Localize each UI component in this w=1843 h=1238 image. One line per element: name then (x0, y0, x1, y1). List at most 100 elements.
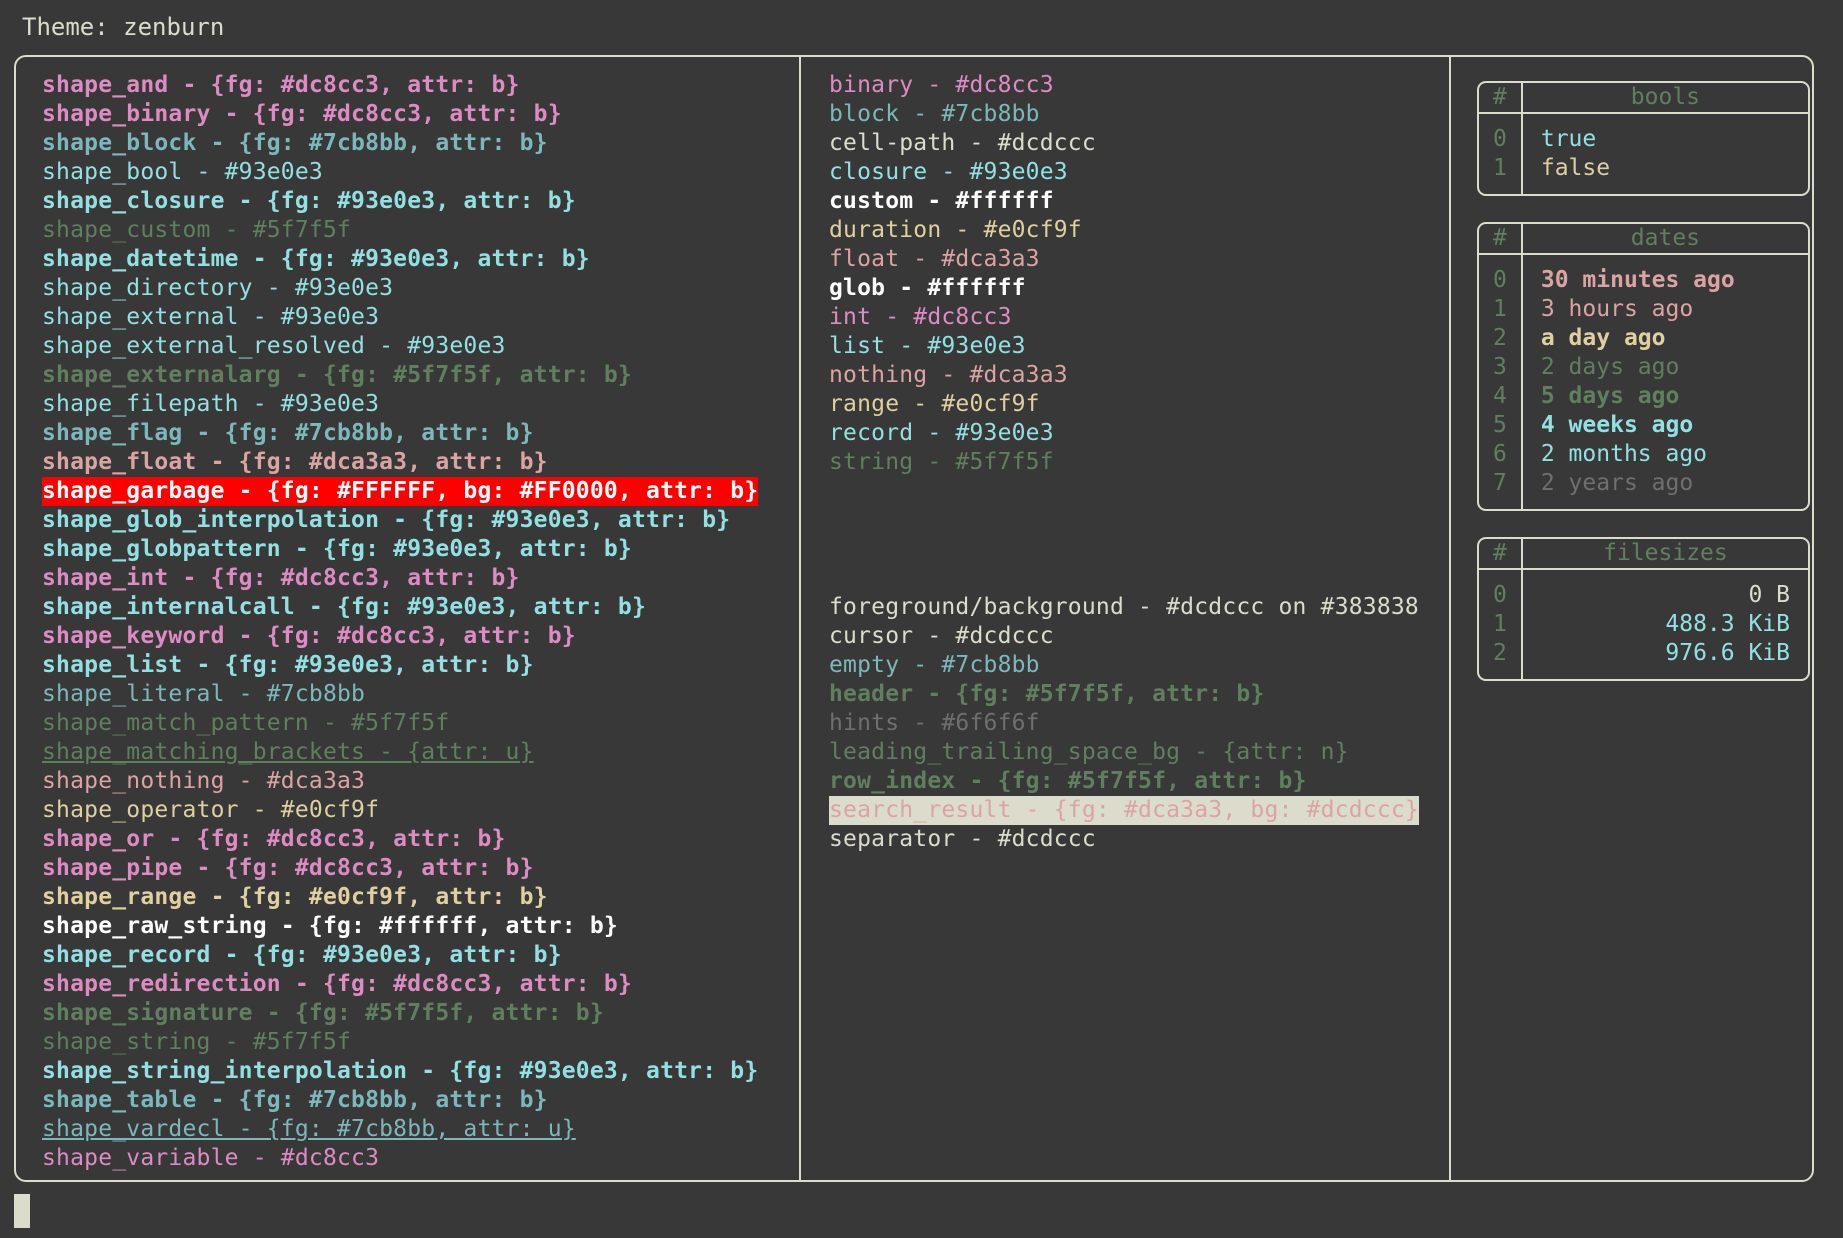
theme-entry-row: cell-path - #dcdccc (829, 129, 1449, 158)
theme-entry-row: shape_internalcall - {fg: #93e0e3, attr:… (42, 593, 799, 622)
theme-entry-row: shape_and - {fg: #dc8cc3, attr: b} (42, 71, 799, 100)
terminal-cursor (14, 1194, 30, 1228)
theme-entry: closure - #93e0e3 (829, 159, 1068, 185)
theme-entry: shape_external - #93e0e3 (42, 304, 380, 330)
theme-entry: duration - #e0cf9f (829, 217, 1082, 243)
theme-entry-row: shape_list - {fg: #93e0e3, attr: b} (42, 651, 799, 680)
theme-entry-row: shape_redirection - {fg: #dc8cc3, attr: … (42, 970, 799, 999)
theme-entry: shape_string_interpolation - {fg: #93e0e… (42, 1058, 759, 1084)
theme-entry: record - #93e0e3 (829, 420, 1054, 446)
theme-entry: custom - #ffffff (829, 188, 1054, 214)
theme-entry-row: search_result - {fg: #dca3a3, bg: #dcdcc… (829, 796, 1449, 825)
theme-entry: binary - #dc8cc3 (829, 72, 1054, 98)
theme-entry: empty - #7cb8bb (829, 652, 1040, 678)
theme-entry: shape_int - {fg: #dc8cc3, attr: b} (42, 565, 520, 591)
theme-entry: shape_pipe - {fg: #dc8cc3, attr: b} (42, 855, 534, 881)
theme-entry-row: binary - #dc8cc3 (829, 71, 1449, 100)
theme-entry: shape_binary - {fg: #dc8cc3, attr: b} (42, 101, 562, 127)
table-header-row: # dates (1479, 224, 1808, 255)
table-row: 6 2 months ago (1479, 440, 1808, 469)
theme-entry-row: shape_bool - #93e0e3 (42, 158, 799, 187)
row-index: 1 (1479, 295, 1523, 324)
row-index: 3 (1479, 353, 1523, 382)
table-row: 0 0 B (1479, 570, 1808, 610)
theme-entry-row: nothing - #dca3a3 (829, 361, 1449, 390)
theme-entry-row: shape_external_resolved - #93e0e3 (42, 332, 799, 361)
theme-entry-row: cursor - #dcdccc (829, 622, 1449, 651)
theme-entry-row: range - #e0cf9f (829, 390, 1449, 419)
theme-entry: shape_range - {fg: #e0cf9f, attr: b} (42, 884, 548, 910)
theme-entry: shape_nothing - #dca3a3 (42, 768, 366, 794)
theme-entry: shape_external_resolved - #93e0e3 (42, 333, 506, 359)
row-value: 488.3 KiB (1665, 611, 1790, 637)
theme-entry-row: shape_globpattern - {fg: #93e0e3, attr: … (42, 535, 799, 564)
theme-entry-row: closure - #93e0e3 (829, 158, 1449, 187)
theme-entry-row: shape_vardecl - {fg: #7cb8bb, attr: u} (42, 1115, 799, 1144)
column-header-index: # (1479, 83, 1523, 114)
theme-entry: nothing - #dca3a3 (829, 362, 1068, 388)
theme-entry: shape_internalcall - {fg: #93e0e3, attr:… (42, 594, 647, 620)
theme-entry-row: separator - #dcdccc (829, 825, 1449, 854)
theme-entry: shape_string - #5f7f5f (42, 1029, 352, 1055)
theme-entry: string - #5f7f5f (829, 449, 1054, 475)
table-row: 5 4 weeks ago (1479, 411, 1808, 440)
theme-entry-row: custom - #ffffff (829, 187, 1449, 216)
row-value: 5 days ago (1540, 383, 1680, 409)
theme-entry-row: shape_record - {fg: #93e0e3, attr: b} (42, 941, 799, 970)
theme-entry: header - {fg: #5f7f5f, attr: b} (829, 681, 1265, 707)
theme-entry-row: shape_pipe - {fg: #dc8cc3, attr: b} (42, 854, 799, 883)
table-row: 1 3 hours ago (1479, 295, 1808, 324)
row-value: 0 B (1748, 582, 1790, 608)
theme-entry: shape_datetime - {fg: #93e0e3, attr: b} (42, 246, 590, 272)
theme-entry: shape_bool - #93e0e3 (42, 159, 323, 185)
row-value: 2 years ago (1540, 470, 1694, 496)
theme-entry: shape_literal - #7cb8bb (42, 681, 366, 707)
theme-entry: shape_record - {fg: #93e0e3, attr: b} (42, 942, 562, 968)
theme-entry-row: leading_trailing_space_bg - {attr: n} (829, 738, 1449, 767)
theme-entry: list - #93e0e3 (829, 333, 1026, 359)
theme-entry: shape_glob_interpolation - {fg: #93e0e3,… (42, 507, 731, 533)
theme-entry-row: header - {fg: #5f7f5f, attr: b} (829, 680, 1449, 709)
theme-entry: shape_float - {fg: #dca3a3, attr: b} (42, 449, 548, 475)
theme-entry-row: shape_variable - #dc8cc3 (42, 1144, 799, 1173)
theme-preview-frame: shape_and - {fg: #dc8cc3, attr: b} shape_… (14, 55, 1814, 1182)
theme-entry: shape_vardecl - {fg: #7cb8bb, attr: u} (42, 1116, 576, 1142)
theme-entry: shape_match_pattern - #5f7f5f (42, 710, 450, 736)
theme-entry: cell-path - #dcdccc (829, 130, 1096, 156)
table-row: 7 2 years ago (1479, 469, 1808, 509)
theme-entry-row: shape_string - #5f7f5f (42, 1028, 799, 1057)
row-index: 0 (1479, 114, 1523, 154)
types-column: binary - #dc8cc3 block - #7cb8bb cell-path… (801, 57, 1451, 1180)
theme-entry-row: shape_datetime - {fg: #93e0e3, attr: b} (42, 245, 799, 274)
row-index: 0 (1479, 255, 1523, 295)
theme-entry: int - #dc8cc3 (829, 304, 1012, 330)
preview-table-bools: # bools 0 true 1 false (1477, 81, 1810, 196)
tables-column: # bools 0 true 1 false # dates 0 30 minutes ago 1 3… (1451, 57, 1810, 1180)
theme-entry-row: int - #dc8cc3 (829, 303, 1449, 332)
row-index: 2 (1479, 324, 1523, 353)
theme-entry: shape_globpattern - {fg: #93e0e3, attr: … (42, 536, 632, 562)
table-row: 4 5 days ago (1479, 382, 1808, 411)
theme-entry: float - #dca3a3 (829, 246, 1040, 272)
row-index: 6 (1479, 440, 1523, 469)
theme-entry: leading_trailing_space_bg - {attr: n} (829, 739, 1349, 765)
row-value: 2 months ago (1540, 441, 1708, 467)
table-row: 1 false (1479, 154, 1808, 194)
theme-entry-row: shape_float - {fg: #dca3a3, attr: b} (42, 448, 799, 477)
theme-entry: shape_or - {fg: #dc8cc3, attr: b} (42, 826, 506, 852)
row-value: a day ago (1540, 325, 1666, 351)
row-index: 2 (1479, 639, 1523, 679)
theme-entry: shape_filepath - #93e0e3 (42, 391, 380, 417)
table-header-row: # bools (1479, 83, 1808, 114)
preview-table-dates: # dates 0 30 minutes ago 1 3 hours ago 2 a day … (1477, 222, 1810, 511)
theme-entry: shape_custom - #5f7f5f (42, 217, 352, 243)
theme-entry: cursor - #dcdccc (829, 623, 1054, 649)
table-row: 0 30 minutes ago (1479, 255, 1808, 295)
theme-entry-row: shape_string_interpolation - {fg: #93e0e… (42, 1057, 799, 1086)
row-value: 4 weeks ago (1540, 412, 1694, 438)
theme-entry-row: hints - #6f6f6f (829, 709, 1449, 738)
theme-entry-row: shape_table - {fg: #7cb8bb, attr: b} (42, 1086, 799, 1115)
row-value: 3 hours ago (1540, 296, 1694, 322)
theme-entry-row: shape_keyword - {fg: #dc8cc3, attr: b} (42, 622, 799, 651)
row-index: 0 (1479, 570, 1523, 610)
